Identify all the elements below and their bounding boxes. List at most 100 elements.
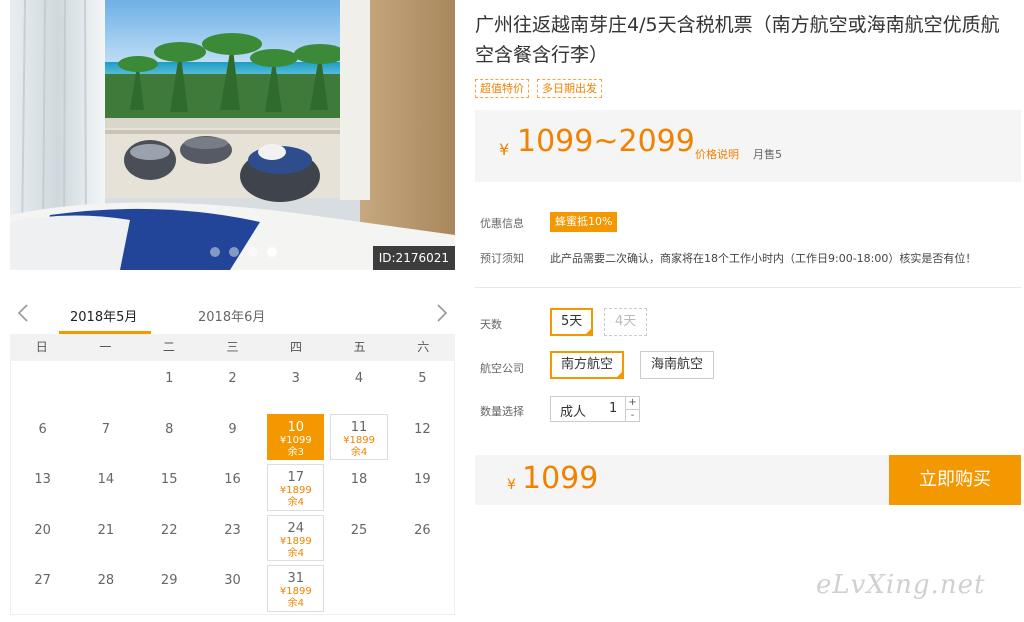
quantity-label: 数量选择 (480, 405, 524, 418)
days-option-5[interactable]: 5天 (550, 308, 594, 336)
total-price: 1099 (522, 461, 599, 496)
calendar-month-nav: 2018年5月 2018年6月 (10, 296, 455, 334)
calendar-day-number: 2 (228, 371, 237, 386)
weekday-label: 五 (353, 340, 366, 354)
airline-option-china-southern[interactable]: 南方航空 (550, 351, 625, 379)
calendar-day: 4 (327, 361, 390, 412)
chevron-left-icon[interactable] (14, 302, 34, 324)
calendar-day: 27 (11, 563, 74, 614)
calendar-day: 23 (201, 513, 264, 564)
quantity-buttons: + - (625, 397, 639, 421)
calendar-day-number: 14 (97, 472, 115, 487)
calendar-day: 5 (391, 361, 454, 412)
calendar-day-number: 12 (414, 421, 431, 437)
calendar-day-remaining: 余4 (287, 547, 304, 559)
calendar-day-number: 23 (224, 522, 241, 538)
quantity-stepper[interactable]: 成人 1 + - (550, 396, 640, 422)
calendar-day-number: 7 (101, 421, 111, 437)
calendar-day-number: 11 (350, 419, 368, 435)
calendar-day[interactable]: 11 ¥1899 余4 (330, 413, 388, 460)
calendar-day: 16 (201, 462, 264, 513)
calendar-day-number: 30 (224, 573, 241, 588)
price-range: 1099~2099 (517, 124, 695, 159)
product-hero-image[interactable]: ID:2176021 (10, 0, 455, 270)
section-divider (475, 287, 1021, 288)
calendar-day: 30 (201, 563, 264, 614)
calendar-day-number: 1 (165, 371, 174, 386)
month-tab-may[interactable]: 2018年5月 (70, 306, 137, 325)
calendar-day-number: 6 (38, 421, 47, 437)
chevron-right-icon[interactable] (431, 302, 451, 324)
calendar-day-number: 20 (34, 522, 51, 538)
calendar-day: 25 (327, 513, 390, 564)
calendar-day: 29 (138, 563, 201, 614)
calendar-day[interactable]: 17 ¥1899 余4 (267, 464, 325, 511)
calendar-day: 15 (138, 462, 201, 513)
product-tags: 超值特价 多日期出发 (475, 79, 602, 98)
days-option-4[interactable]: 4天 (604, 308, 648, 336)
calendar-day: 18 (327, 462, 390, 513)
calendar-day[interactable]: 31 ¥1899 余4 (267, 565, 325, 612)
calendar-empty-cell (327, 563, 390, 614)
slide-dot-4[interactable] (267, 247, 277, 257)
total-currency-symbol: ¥ (507, 477, 516, 493)
image-id-label: ID:2176021 (372, 246, 455, 270)
weekday-label: 一 (99, 340, 112, 354)
weekday-label: 六 (417, 340, 430, 354)
calendar-day-number: 4 (354, 371, 364, 386)
promo-badge: 蜂蜜抵10% (550, 212, 618, 232)
calendar-day-number: 28 (97, 573, 115, 588)
calendar-day-number: 22 (160, 522, 178, 538)
weekday-label: 日 (35, 340, 48, 354)
quantity-increase-button[interactable]: + (626, 397, 639, 409)
calendar-empty-cell (74, 361, 137, 412)
calendar-day-price: ¥1899 (279, 535, 312, 547)
product-title: 广州往返越南芽庄4/5天含税机票（南方航空或海南航空优质航空含餐含行李） (475, 14, 1000, 66)
notice-label: 预订须知 (480, 252, 524, 265)
calendar-day-number: 16 (224, 472, 241, 487)
weekday-label: 三 (226, 340, 239, 354)
departure-calendar: 2018年5月 2018年6月 日 一 二 三 四 五 六 1234567891… (10, 296, 455, 615)
calendar-day-number: 27 (34, 573, 51, 588)
booking-notice-text: 此产品需要二次确认，商家将在18个工作小时内（工作日9:00-18:00）核实是… (550, 252, 977, 265)
site-watermark: eLvXing.net (816, 570, 986, 600)
calendar-day: 6 (11, 412, 74, 463)
calendar-day-remaining: 余4 (350, 446, 368, 458)
airline-option-hainan[interactable]: 海南航空 (640, 351, 715, 379)
calendar-day-number: 17 (287, 470, 305, 485)
calendar-day: 21 (74, 513, 137, 564)
calendar-day-number: 31 (287, 571, 305, 586)
slide-dot-3[interactable] (248, 247, 258, 257)
calendar-day-remaining: 余4 (287, 598, 304, 609)
quantity-decrease-button[interactable]: - (626, 409, 639, 421)
calendar-day-number: 25 (350, 522, 368, 538)
quantity-value[interactable]: 1 (609, 401, 617, 416)
calendar-day: 2 (201, 361, 264, 412)
calendar-day: 1 (138, 361, 201, 412)
price-panel: ¥ 1099~2099 价格说明 月售5 (475, 110, 1021, 182)
calendar-day[interactable]: 24 ¥1899 余4 (267, 514, 325, 561)
calendar-day-price: ¥1899 (279, 485, 312, 496)
currency-symbol: ¥ (499, 140, 510, 159)
calendar-day-number: 24 (287, 520, 305, 536)
calendar-day-number: 3 (291, 371, 300, 386)
calendar-day: 22 (138, 513, 201, 564)
month-tab-june[interactable]: 2018年6月 (198, 306, 265, 325)
calendar-day-number: 13 (34, 472, 51, 487)
calendar-day: 9 (201, 412, 264, 463)
calendar-day-price: ¥1099 (279, 434, 312, 446)
monthly-sales: 月售5 (753, 148, 782, 161)
calendar-day-price: ¥1899 (343, 434, 375, 446)
calendar-weekday-header: 日 一 二 三 四 五 六 (10, 334, 455, 361)
weekday-label: 四 (290, 340, 303, 354)
calendar-day-price: ¥1899 (279, 586, 312, 597)
promo-label: 优惠信息 (480, 217, 524, 230)
tag-multi-date: 多日期出发 (537, 79, 602, 98)
calendar-day-number: 18 (350, 472, 368, 487)
slide-dot-1[interactable] (210, 247, 220, 257)
calendar-day: 20 (11, 513, 74, 564)
slide-dot-2[interactable] (229, 247, 239, 257)
buy-now-button[interactable]: 立即购买 (889, 455, 1021, 505)
price-explain-link[interactable]: 价格说明 (695, 146, 739, 162)
calendar-day[interactable]: 10 ¥1099 余3 (267, 413, 325, 460)
